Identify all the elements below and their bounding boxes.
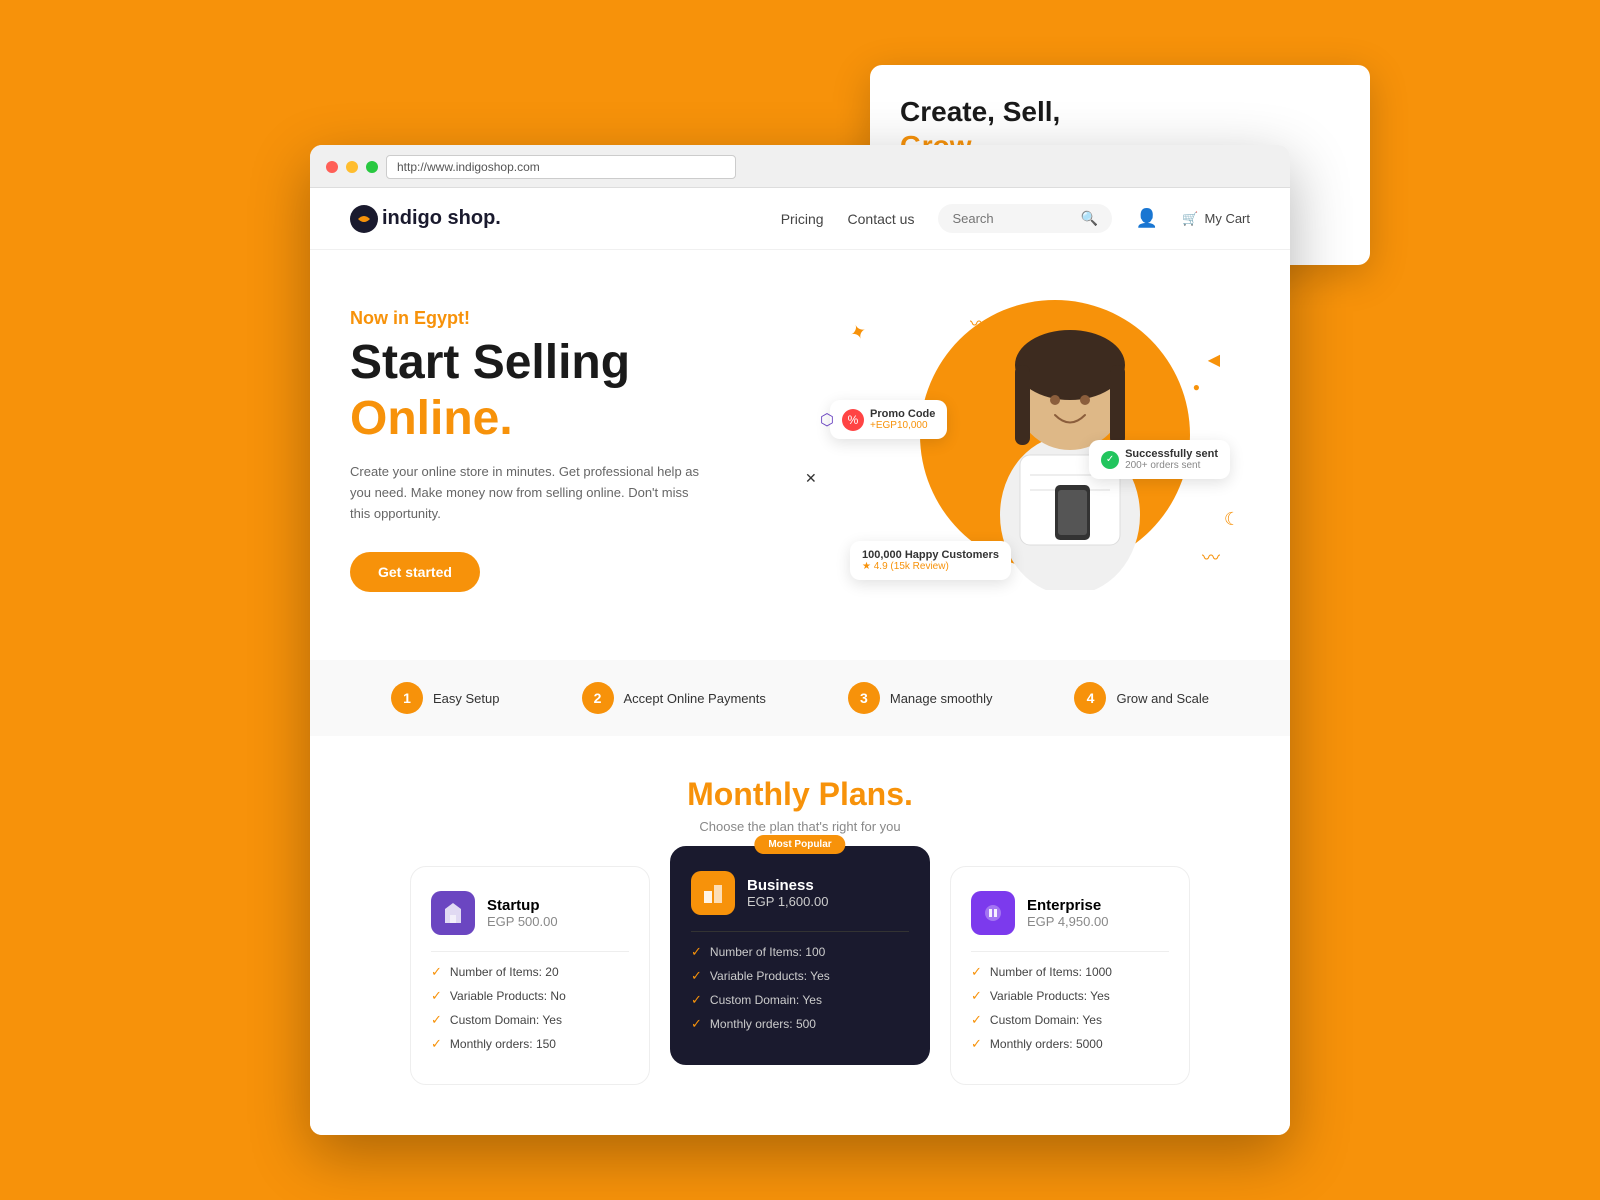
- startup-feature-4: ✓ Monthly orders: 150: [431, 1036, 629, 1052]
- logo-icon: [350, 205, 378, 233]
- hero-tag: Now in Egypt!: [350, 308, 770, 329]
- search-input[interactable]: [952, 211, 1072, 226]
- business-plan-header: Business EGP 1,600.00: [691, 871, 909, 915]
- startup-icon: [431, 891, 475, 935]
- hero-text: Now in Egypt! Start Selling Online. Crea…: [350, 308, 770, 593]
- nav-pricing[interactable]: Pricing: [781, 211, 824, 227]
- nav-links: Pricing Contact us 🔍 👤 🛒 My Cart: [781, 204, 1250, 233]
- enterprise-divider: [971, 951, 1169, 952]
- deco-shape-5: ⬡: [820, 410, 834, 430]
- enterprise-feature-2: ✓ Variable Products: Yes: [971, 988, 1169, 1004]
- feature-num-2: 2: [582, 682, 614, 714]
- startup-feature-2: ✓ Variable Products: No: [431, 988, 629, 1004]
- navigation: indigo shop. Pricing Contact us 🔍 👤 🛒 My…: [310, 188, 1290, 250]
- deco-x: ✕: [805, 470, 817, 487]
- user-icon[interactable]: 👤: [1136, 208, 1158, 229]
- startup-icon-svg: [441, 901, 465, 925]
- enterprise-icon-svg: [981, 901, 1005, 925]
- promo-icon: %: [842, 409, 864, 431]
- enterprise-feature-4: ✓ Monthly orders: 5000: [971, 1036, 1169, 1052]
- get-started-button[interactable]: Get started: [350, 552, 480, 592]
- hero-section: Now in Egypt! Start Selling Online. Crea…: [310, 250, 1290, 660]
- plans-grid: Startup EGP 500.00 ✓ Number of Items: 20…: [350, 866, 1250, 1085]
- business-feature-1: ✓ Number of Items: 100: [691, 944, 909, 960]
- deco-shape-4: 〰: [1202, 544, 1220, 570]
- business-icon-svg: [701, 881, 725, 905]
- business-plan: Most Popular Business EGP 1,600.00: [670, 846, 930, 1065]
- hero-title-line2: Online.: [350, 393, 770, 446]
- success-card: ✓ Successfully sent 200+ orders sent: [1089, 440, 1230, 479]
- enterprise-feature-3: ✓ Custom Domain: Yes: [971, 1012, 1169, 1028]
- business-info: Business EGP 1,600.00: [747, 877, 828, 909]
- deco-circle: ●: [1193, 380, 1200, 394]
- nav-contact[interactable]: Contact us: [848, 211, 915, 227]
- pricing-title: Monthly Plans.: [350, 776, 1250, 813]
- features-strip: 1 Easy Setup 2 Accept Online Payments 3 …: [310, 660, 1290, 736]
- startup-feature-1: ✓ Number of Items: 20: [431, 964, 629, 980]
- pricing-section: Monthly Plans. Choose the plan that's ri…: [310, 736, 1290, 1135]
- promo-card: % Promo Code +EGP10,000: [830, 400, 947, 439]
- feature-label-3: Manage smoothly: [890, 691, 993, 706]
- business-icon: [691, 871, 735, 915]
- deco-shape-1: ✦: [846, 318, 870, 347]
- customers-card: 100,000 Happy Customers ★ 4.9 (15k Revie…: [850, 541, 1011, 580]
- feature-label-1: Easy Setup: [433, 691, 500, 706]
- cart-icon: 🛒: [1182, 211, 1198, 227]
- enterprise-icon: [971, 891, 1015, 935]
- cart-button[interactable]: 🛒 My Cart: [1182, 211, 1250, 227]
- business-feature-3: ✓ Custom Domain: Yes: [691, 992, 909, 1008]
- check-icon-e1: ✓: [971, 964, 982, 980]
- feature-num-4: 4: [1074, 682, 1106, 714]
- feature-2: 2 Accept Online Payments: [582, 682, 766, 714]
- pricing-subtitle: Choose the plan that's right for you: [350, 819, 1250, 834]
- business-feature-4: ✓ Monthly orders: 500: [691, 1016, 909, 1032]
- check-icon-2: ✓: [431, 988, 442, 1004]
- hero-image-area: ✦ ◀ 〰 〰 ⬡ ☾ ● ✕ % Promo Code +EGP10,000: [770, 290, 1250, 610]
- feature-1: 1 Easy Setup: [391, 682, 500, 714]
- startup-divider: [431, 951, 629, 952]
- address-bar[interactable]: http://www.indigoshop.com: [386, 155, 736, 179]
- window-close-dot[interactable]: [326, 161, 338, 173]
- check-icon-4: ✓: [431, 1036, 442, 1052]
- enterprise-info: Enterprise EGP 4,950.00: [1027, 897, 1108, 929]
- search-icon[interactable]: 🔍: [1080, 210, 1097, 227]
- check-icon-3: ✓: [431, 1012, 442, 1028]
- enterprise-plan: Enterprise EGP 4,950.00 ✓ Number of Item…: [950, 866, 1190, 1085]
- business-divider: [691, 931, 909, 932]
- popular-badge: Most Popular: [754, 835, 845, 854]
- feature-3: 3 Manage smoothly: [848, 682, 993, 714]
- window-maximize-dot[interactable]: [366, 161, 378, 173]
- feature-4: 4 Grow and Scale: [1074, 682, 1209, 714]
- feature-num-3: 3: [848, 682, 880, 714]
- window-minimize-dot[interactable]: [346, 161, 358, 173]
- deco-shape-2: ◀: [1208, 350, 1220, 370]
- startup-plan: Startup EGP 500.00 ✓ Number of Items: 20…: [410, 866, 650, 1085]
- enterprise-feature-1: ✓ Number of Items: 1000: [971, 964, 1169, 980]
- hero-description: Create your online store in minutes. Get…: [350, 462, 710, 524]
- promo-info: Promo Code +EGP10,000: [870, 408, 935, 431]
- business-feature-2: ✓ Variable Products: Yes: [691, 968, 909, 984]
- feature-label-2: Accept Online Payments: [624, 691, 766, 706]
- feature-label-4: Grow and Scale: [1116, 691, 1209, 706]
- startup-info: Startup EGP 500.00: [487, 897, 558, 929]
- enterprise-plan-header: Enterprise EGP 4,950.00: [971, 891, 1169, 935]
- startup-feature-3: ✓ Custom Domain: Yes: [431, 1012, 629, 1028]
- check-icon-1: ✓: [431, 964, 442, 980]
- deco-shape-3: 〰: [970, 310, 988, 336]
- check-icon-b4: ✓: [691, 1016, 702, 1032]
- startup-plan-header: Startup EGP 500.00: [431, 891, 629, 935]
- search-bar: 🔍: [938, 204, 1111, 233]
- feature-num-1: 1: [391, 682, 423, 714]
- check-icon-e4: ✓: [971, 1036, 982, 1052]
- check-icon-b3: ✓: [691, 992, 702, 1008]
- logo: indigo shop.: [350, 205, 501, 233]
- check-icon-b1: ✓: [691, 944, 702, 960]
- success-icon: ✓: [1101, 451, 1119, 469]
- check-icon-e3: ✓: [971, 1012, 982, 1028]
- success-info: Successfully sent 200+ orders sent: [1125, 448, 1218, 471]
- hero-title-line1: Start Selling: [350, 337, 770, 390]
- check-icon-b2: ✓: [691, 968, 702, 984]
- check-icon-e2: ✓: [971, 988, 982, 1004]
- deco-shape-6: ☾: [1224, 509, 1240, 530]
